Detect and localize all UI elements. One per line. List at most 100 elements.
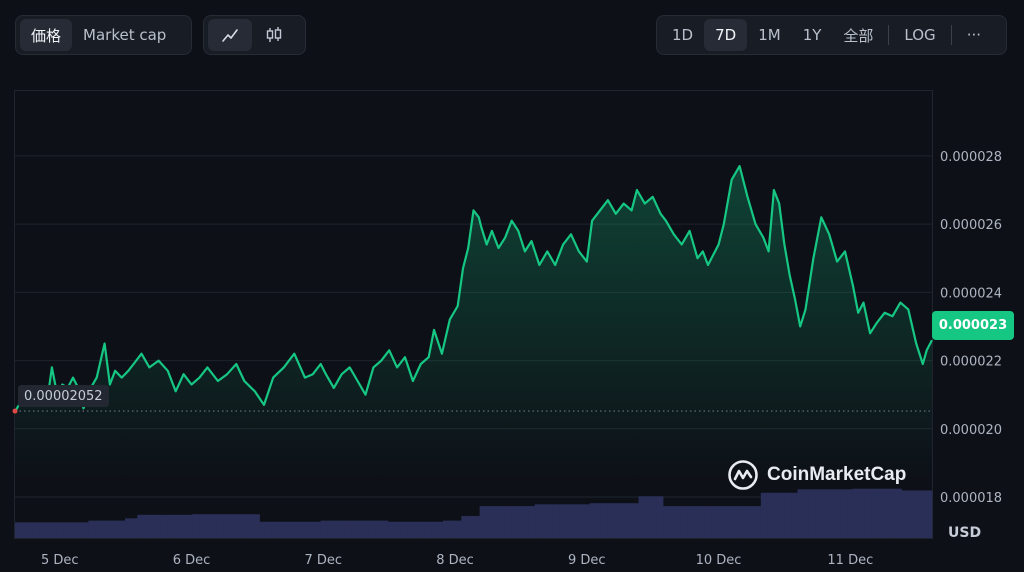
volume-bar <box>467 515 474 538</box>
volume-bar <box>516 506 523 538</box>
volume-bar <box>754 506 762 538</box>
volume-bar <box>748 506 756 538</box>
volume-bar <box>51 522 59 538</box>
volume-bar <box>565 504 572 538</box>
volume-bar <box>534 504 542 538</box>
volume-bar <box>131 518 138 538</box>
volume-bar <box>88 520 95 538</box>
y-tick-label: 0.000018 <box>940 491 1002 506</box>
volume-bar <box>461 515 468 538</box>
volume-bar <box>895 488 902 538</box>
volume-bar <box>620 503 627 538</box>
volume-bar <box>137 514 144 538</box>
volume-bar <box>235 514 242 538</box>
volume-bar <box>479 506 487 538</box>
volume-bar <box>828 489 835 538</box>
x-tick-label: 7 Dec <box>305 553 343 568</box>
volume-bar <box>186 514 193 538</box>
volume-bar <box>730 506 737 538</box>
volume-bar <box>204 514 212 538</box>
volume-bar <box>760 492 768 538</box>
volume-bar <box>577 504 584 538</box>
volume-bar <box>369 520 377 538</box>
volume-bar <box>449 520 456 538</box>
volume-bar <box>846 489 853 538</box>
volume-bar <box>57 522 65 538</box>
x-tick-label: 9 Dec <box>568 553 606 568</box>
volume-bar <box>326 520 334 538</box>
volume-bar <box>283 521 291 538</box>
volume-bar <box>198 514 205 538</box>
volume-bar <box>876 488 884 538</box>
volume-bar <box>919 490 927 538</box>
volume-bar <box>546 504 554 538</box>
volume-bar <box>834 489 841 538</box>
volume-bar <box>394 521 401 538</box>
volume-bar <box>161 514 169 538</box>
volume-bar <box>308 521 315 538</box>
volume-bar <box>693 506 701 538</box>
y-tick-label: 0.000024 <box>940 286 1002 301</box>
x-tick-label: 10 Dec <box>696 553 742 568</box>
volume-bar <box>656 496 664 538</box>
volume-bar <box>840 489 847 538</box>
volume-bar <box>112 520 120 538</box>
volume-bar <box>650 496 658 538</box>
volume-bar <box>314 521 322 538</box>
volume-bar <box>687 506 694 538</box>
volume-bar <box>791 492 798 538</box>
volume-bar <box>736 506 743 538</box>
volume-bar <box>485 506 493 538</box>
x-tick-label: 8 Dec <box>436 553 474 568</box>
x-axis-ticks: 5 Dec 6 Dec 7 Dec 8 Dec 9 Dec 10 Dec 11 Dec <box>41 553 873 568</box>
volume-bar <box>63 522 71 538</box>
volume-bar <box>345 520 352 538</box>
volume-bar <box>192 514 199 538</box>
volume-bar <box>418 521 425 538</box>
volume-bar <box>522 506 529 538</box>
volume-bar <box>504 506 511 538</box>
volume-bar <box>155 514 163 538</box>
volume-bar <box>253 514 260 538</box>
volume-bar <box>491 506 499 538</box>
volume-bar <box>228 514 236 538</box>
volume-bar <box>296 521 303 538</box>
volume-bar <box>809 489 817 538</box>
x-tick-label: 11 Dec <box>827 553 873 568</box>
x-tick-label: 5 Dec <box>41 553 79 568</box>
y-tick-label: 0.000026 <box>940 218 1002 233</box>
volume-bars <box>15 488 933 538</box>
volume-bar <box>381 520 389 538</box>
volume-bar <box>412 521 419 538</box>
volume-bar <box>320 520 328 538</box>
volume-bar <box>210 514 218 538</box>
volume-bar <box>663 506 670 538</box>
volume-bar <box>357 520 364 538</box>
volume-bar <box>290 521 297 538</box>
brand-watermark: CoinMarketCap <box>727 459 906 491</box>
volume-bar <box>15 522 22 538</box>
volume-bar <box>277 521 285 538</box>
volume-bar <box>21 522 28 538</box>
volume-bar <box>705 506 713 538</box>
volume-bar <box>589 503 597 538</box>
open-marker <box>12 408 18 414</box>
volume-bar <box>241 514 248 538</box>
volume-bar <box>797 489 805 538</box>
volume-bar <box>889 488 896 538</box>
volume-bar <box>601 503 609 538</box>
volume-bar <box>913 490 921 538</box>
volume-bar <box>779 492 786 538</box>
volume-bar <box>540 504 548 538</box>
volume-bar <box>473 515 481 538</box>
volume-bar <box>222 514 230 538</box>
volume-bar <box>149 514 157 538</box>
volume-bar <box>339 520 346 538</box>
volume-bar <box>883 488 890 538</box>
volume-bar <box>675 506 682 538</box>
volume-bar <box>595 503 603 538</box>
volume-bar <box>94 520 101 538</box>
volume-bar <box>27 522 34 538</box>
volume-bar <box>76 522 83 538</box>
volume-bar <box>699 506 707 538</box>
